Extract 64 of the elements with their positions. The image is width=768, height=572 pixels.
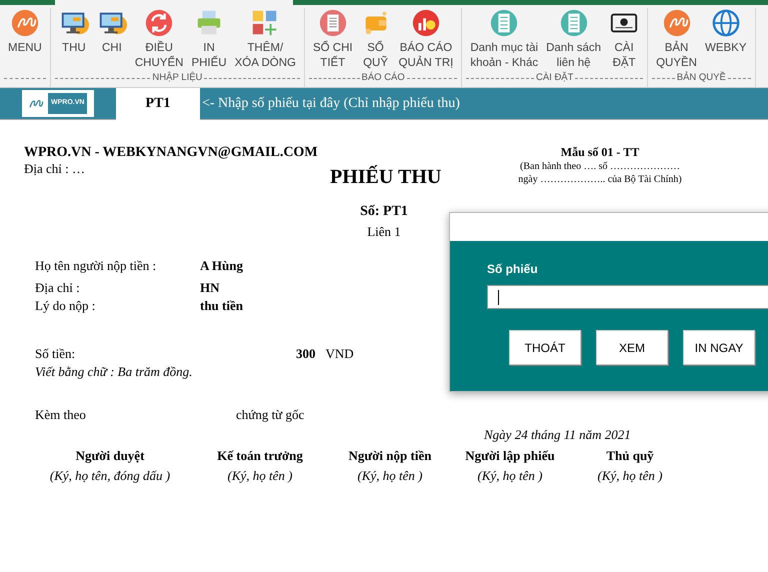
document-title: PHIẾU THU [330, 165, 442, 189]
voucher-number-input[interactable] [487, 285, 768, 309]
ribbon-group-label: BÁO CÁO [362, 70, 405, 85]
field-label: Lý do nộp : [35, 297, 96, 315]
field-value: HN [200, 279, 220, 297]
amount-label: Số tiền: [35, 345, 76, 363]
voucher-number-label: Số phiếu [487, 262, 538, 277]
company-address: Địa chỉ : … [24, 161, 86, 177]
ribbon-button[interactable]: BẢN QUYỀN [652, 8, 701, 71]
globe-icon [710, 8, 741, 38]
voucher-number-cell[interactable]: PT1 [116, 88, 200, 120]
ribbon-button[interactable]: MENU [4, 8, 46, 56]
signature-role: Kế toán trưởng [217, 447, 303, 465]
bar-chart-icon [410, 8, 441, 38]
field-value: thu tiền [200, 297, 243, 315]
field-label: Họ tên người nộp tiền : [35, 257, 158, 275]
ribbon-button[interactable]: Danh mục tài khoản - Khác [466, 8, 542, 71]
signature-note: (Ký, họ tên ) [478, 467, 542, 485]
signature-note: (Ký, họ tên ) [358, 467, 422, 485]
ribbon-button[interactable]: WEBKY [700, 8, 751, 56]
company-name: WPRO.VN - WEBKYNANGVN@GMAIL.COM [24, 145, 318, 161]
document-icon [318, 8, 348, 38]
signature-role: Người duyệt [76, 447, 144, 465]
document-date: Ngày 24 tháng 11 năm 2021 [484, 426, 631, 444]
form-note: (Ban hành theo …. số ………………… [520, 160, 680, 173]
signature-note: (Ký, họ tên, đóng dấu ) [50, 467, 170, 485]
amount-value: 300 [296, 345, 316, 363]
ribbon-group-label: BẢN QUYỀ [676, 70, 726, 85]
ribbon-group-label: NHẬP LIỆU [152, 70, 202, 85]
hint-text: <- Nhập số phiếu tại đây (Chỉ nhập phiếu thu) [202, 95, 460, 113]
attachment-suffix: chứng từ gốc [236, 406, 304, 424]
voucher-number: Số: PT1 [360, 203, 408, 221]
signature-role: Thủ quỹ [606, 447, 654, 465]
ribbon-button[interactable]: SỔ CHI TIẾT [308, 8, 357, 71]
copy-label: Liên 1 [367, 223, 401, 241]
ribbon-button[interactable]: CÀI ĐẶT [605, 8, 644, 71]
ribbon-button[interactable]: SỔ QUỸ [356, 8, 395, 71]
dialog-button[interactable]: XEM [596, 330, 668, 365]
refresh-icon [144, 8, 174, 38]
ribbon-button[interactable]: THU [54, 8, 93, 56]
signature-role: Người lập phiếu [465, 447, 555, 465]
ribbon-button[interactable]: BÁO CÁO QUẢN TRỊ [394, 8, 458, 71]
form-code: Mẫu số 01 - TT [560, 145, 640, 160]
field-value: A Hùng [200, 257, 243, 275]
signature-role: Người nộp tiền [348, 447, 432, 465]
dialog-button[interactable]: THOÁT [509, 330, 581, 365]
list-icon [558, 8, 589, 38]
ribbon-button[interactable]: CHI [92, 8, 131, 56]
ribbon-group-label: CÀI ĐẶT [536, 70, 574, 85]
signature-note: (Ký, họ tên ) [228, 467, 292, 485]
ribbon-button[interactable]: IN PHIẾU [187, 8, 231, 71]
attachment-label: Kèm theo [35, 406, 87, 424]
signature-note: (Ký, họ tên ) [598, 467, 662, 485]
list-icon [489, 8, 520, 38]
form-note: ngày ……………….. của Bộ Tài Chính) [518, 173, 682, 186]
dialog-button[interactable]: IN NGAY [683, 330, 755, 365]
swan-logo-icon [662, 8, 692, 38]
ribbon-button[interactable]: ĐIỀU CHUYỂN [130, 8, 188, 71]
swan-logo-icon [10, 8, 40, 38]
ribbon-button[interactable]: THÊM/ XÓA DÒNG [230, 8, 300, 71]
ribbon-button[interactable]: Danh sách liên hệ [542, 8, 606, 71]
field-label: Địa chỉ : [35, 279, 81, 297]
amount-in-words: Viết bằng chữ : Ba trăm đồng. [35, 363, 192, 381]
currency: VND [326, 345, 354, 363]
